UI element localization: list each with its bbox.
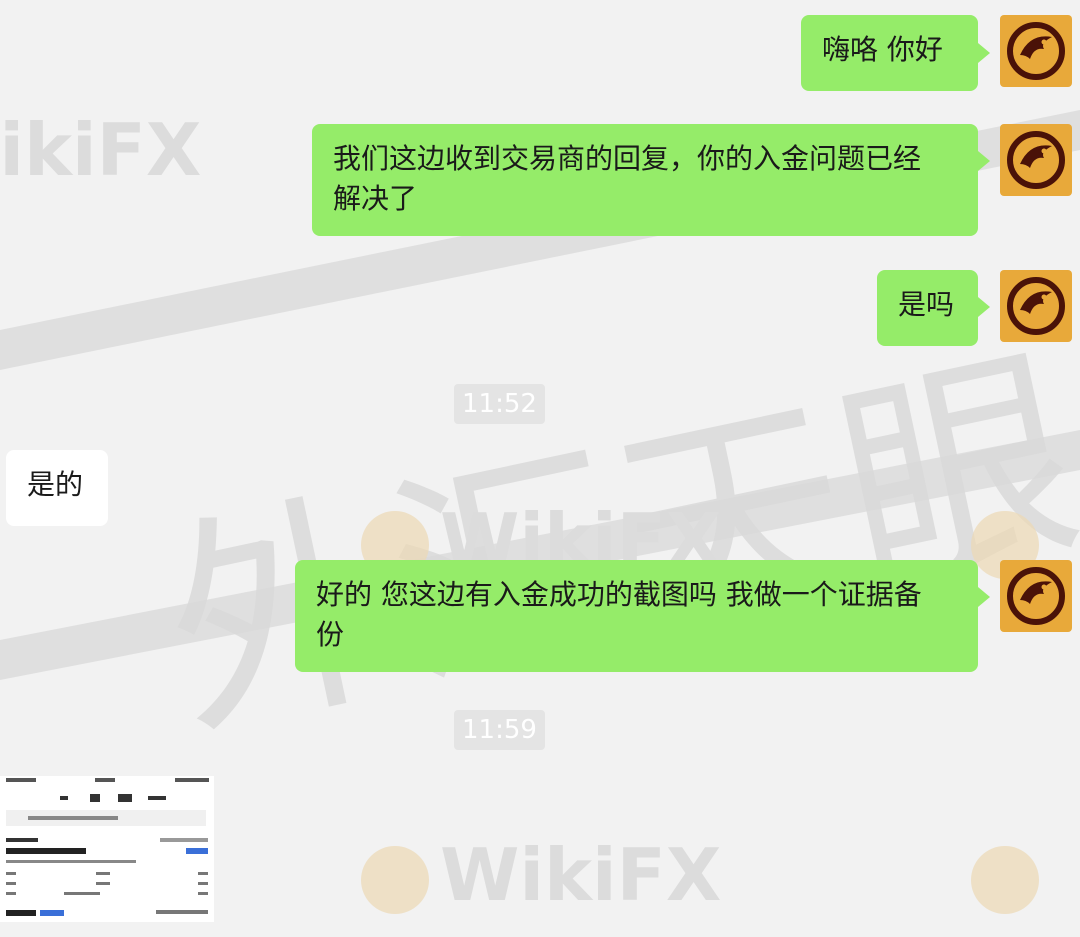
message-text: 是的 (27, 468, 84, 501)
watermark-text: WikiFX (440, 833, 721, 917)
bubble-tail (978, 43, 990, 63)
timestamp: 11:59 (454, 710, 545, 750)
eagle-logo-icon (1007, 131, 1065, 189)
eagle-logo-icon (1007, 567, 1065, 625)
message-bubble-incoming[interactable]: 是的 (6, 450, 108, 526)
bubble-tail (978, 297, 990, 317)
user-avatar[interactable] (1000, 270, 1072, 342)
message-bubble-outgoing[interactable]: 好的 您这边有入金成功的截图吗 我做一个证据备 份 (295, 560, 978, 672)
user-avatar[interactable] (1000, 124, 1072, 196)
message-bubble-outgoing[interactable]: 是吗 (877, 270, 978, 346)
timestamp: 11:52 (454, 384, 545, 424)
message-text: 嗨咯 你好 (822, 33, 943, 66)
eagle-logo-icon (1007, 22, 1065, 80)
message-bubble-outgoing[interactable]: 我们这边收到交易商的回复，你的入金问题已经 解决了 (312, 124, 978, 236)
bubble-tail (978, 587, 990, 607)
watermark-cn-text: 外汇天眼 (144, 319, 1080, 771)
message-text-line: 解决了 (333, 182, 418, 215)
watermark-logo-icon (971, 846, 1039, 914)
message-text-line: 份 (316, 618, 345, 651)
message-text: 是吗 (898, 288, 955, 321)
watermark-logo-icon (361, 846, 429, 914)
watermark-text: WikiFX (0, 108, 201, 192)
screenshot-image-thumbnail (0, 776, 214, 922)
user-avatar[interactable] (1000, 560, 1072, 632)
eagle-logo-icon (1007, 277, 1065, 335)
message-bubble-outgoing[interactable]: 嗨咯 你好 (801, 15, 978, 91)
user-avatar[interactable] (1000, 15, 1072, 87)
message-text-line: 好的 您这边有入金成功的截图吗 我做一个证据备 (316, 578, 922, 611)
message-text-line: 我们这边收到交易商的回复，你的入金问题已经 (333, 142, 922, 175)
bubble-tail (978, 151, 990, 171)
image-attachment[interactable] (0, 776, 214, 922)
